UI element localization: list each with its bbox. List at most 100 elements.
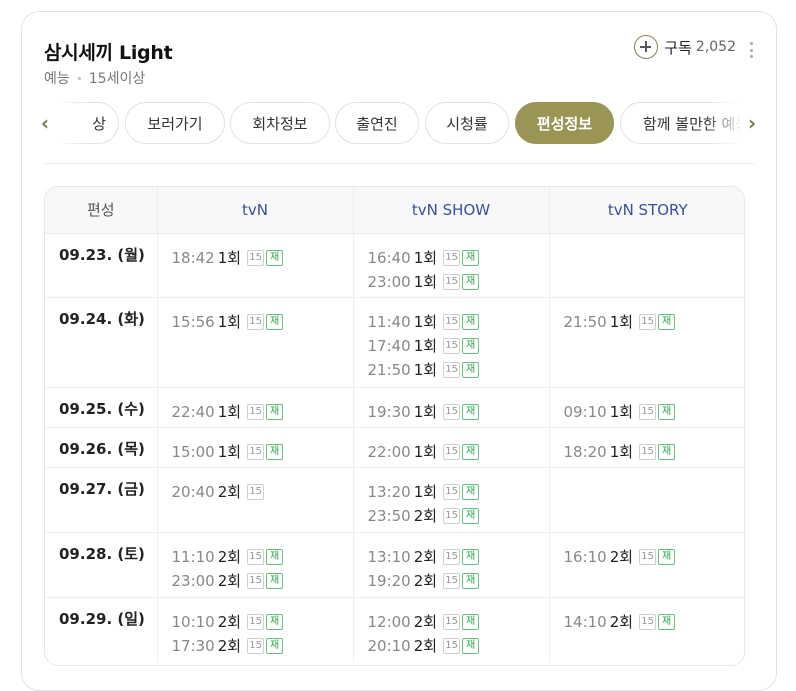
episode-number: 1회 bbox=[413, 337, 438, 355]
episode-number: 1회 bbox=[413, 361, 438, 379]
rerun-badge: 재 bbox=[266, 637, 284, 654]
channel-cell: 10:10 2회 15 재 17:30 2회 15 재 bbox=[156, 596, 353, 662]
rerun-badge: 재 bbox=[658, 403, 676, 420]
tab-item[interactable]: 회차정보 bbox=[230, 102, 330, 144]
plus-circle-icon bbox=[634, 35, 659, 59]
airing-slot: 16:40 1회 15 재 bbox=[368, 246, 549, 270]
rerun-badge: 재 bbox=[462, 613, 480, 630]
rerun-badge: 재 bbox=[462, 443, 480, 460]
airing-slot: 09:10 1회 15 재 bbox=[564, 400, 745, 424]
episode-number: 2회 bbox=[413, 613, 438, 631]
program-title[interactable]: 삼시세끼 Light bbox=[44, 38, 173, 65]
genre-label[interactable]: 예능 bbox=[44, 68, 70, 88]
age-15-badge: 15 bbox=[247, 613, 265, 630]
rerun-badge: 재 bbox=[266, 548, 284, 565]
age-15-badge: 15 bbox=[443, 507, 461, 524]
airing-slot: 13:10 2회 15 재 bbox=[368, 545, 549, 569]
episode-number: 1회 bbox=[609, 403, 634, 421]
schedule-table: 편성 tvN tvN SHOW tvN STORY 09.23. (월) 18:4… bbox=[44, 186, 745, 666]
tab-item[interactable]: 상 bbox=[52, 102, 119, 144]
column-header-tvn[interactable]: tvN bbox=[156, 187, 353, 234]
tab-item[interactable]: 편성정보 bbox=[515, 102, 614, 144]
episode-number: 1회 bbox=[609, 443, 634, 461]
airing-slot: 23:50 2회 15 재 bbox=[368, 504, 549, 528]
age-rating-label: 15세이상 bbox=[88, 71, 146, 87]
age-15-badge: 15 bbox=[639, 613, 657, 630]
airing-slot: 12:00 2회 15 재 bbox=[368, 610, 549, 634]
episode-number: 1회 bbox=[217, 443, 242, 461]
date-cell: 09.26. (목) bbox=[45, 426, 157, 467]
age-15-badge: 15 bbox=[639, 443, 657, 460]
airing-slot: 19:20 2회 15 재 bbox=[368, 569, 549, 593]
meta-separator bbox=[77, 76, 81, 80]
episode-number: 2회 bbox=[217, 572, 242, 590]
rerun-badge: 재 bbox=[462, 249, 480, 266]
age-15-badge: 15 bbox=[443, 313, 461, 330]
channel-cell bbox=[548, 466, 744, 532]
tab-item[interactable]: 보러가기 bbox=[125, 102, 225, 144]
table-row: 09.26. (목) 15:00 1회 15 재 22:00 1회 15 재 18:20 1회 15 재 bbox=[45, 426, 744, 467]
airing-slot: 10:10 2회 15 재 bbox=[172, 610, 353, 634]
age-15-badge: 15 bbox=[443, 337, 461, 354]
tab-item[interactable]: 출연진 bbox=[335, 102, 419, 144]
tab-bar: ‹ 상 보러가기 회차정보 출연진 시청률 편성정보 함께 볼만한 예능 › bbox=[22, 102, 776, 144]
tab-item[interactable]: 함께 볼만한 예능 bbox=[620, 102, 746, 144]
airing-slot: 20:40 2회 15 bbox=[172, 480, 353, 504]
rerun-badge: 재 bbox=[266, 249, 284, 266]
chevron-right-icon[interactable]: › bbox=[742, 112, 762, 134]
rerun-badge: 재 bbox=[266, 572, 284, 589]
table-row: 09.27. (금) 20:40 2회 15 13:20 1회 15 재 23:50 2회 15 재 bbox=[45, 466, 744, 532]
column-header-tvn-show[interactable]: tvN SHOW bbox=[352, 187, 549, 234]
date-cell: 09.27. (금) bbox=[45, 466, 157, 532]
age-15-badge: 15 bbox=[639, 403, 657, 420]
channel-cell: 15:56 1회 15 재 bbox=[156, 296, 353, 387]
episode-number: 1회 bbox=[217, 313, 242, 331]
air-time: 21:50 bbox=[563, 312, 607, 331]
table-row: 09.24. (화) 15:56 1회 15 재 11:40 1회 15 재 17:40 1회 15 재… bbox=[45, 296, 744, 387]
tab-item[interactable]: 시청률 bbox=[425, 102, 509, 144]
channel-cell: 11:40 1회 15 재 17:40 1회 15 재 21:50 1회 15 재 bbox=[352, 296, 549, 387]
age-15-badge: 15 bbox=[247, 443, 265, 460]
tab-list: 상 보러가기 회차정보 출연진 시청률 편성정보 함께 볼만한 예능 bbox=[52, 102, 746, 144]
air-time: 15:56 bbox=[171, 312, 215, 331]
channel-cell: 13:10 2회 15 재 19:20 2회 15 재 bbox=[352, 531, 549, 597]
channel-cell: 22:00 1회 15 재 bbox=[352, 426, 549, 467]
airing-slot: 15:00 1회 15 재 bbox=[172, 440, 353, 464]
rerun-badge: 재 bbox=[658, 443, 676, 460]
rerun-badge: 재 bbox=[462, 637, 480, 654]
airing-slot: 11:10 2회 15 재 bbox=[172, 545, 353, 569]
age-15-badge: 15 bbox=[247, 548, 265, 565]
rerun-badge: 재 bbox=[658, 313, 676, 330]
age-15-badge: 15 bbox=[443, 249, 461, 266]
age-15-badge: 15 bbox=[247, 313, 265, 330]
age-15-badge: 15 bbox=[443, 273, 461, 290]
channel-cell: 16:10 2회 15 재 bbox=[548, 531, 744, 597]
rerun-badge: 재 bbox=[462, 361, 480, 378]
channel-cell: 19:30 1회 15 재 bbox=[352, 386, 549, 427]
date-cell: 09.23. (월) bbox=[59, 245, 145, 264]
column-header-tvn-story[interactable]: tvN STORY bbox=[548, 187, 744, 234]
air-time: 18:42 bbox=[171, 248, 215, 267]
episode-number: 2회 bbox=[413, 572, 438, 590]
airing-slot: 17:30 2회 15 재 bbox=[172, 634, 353, 658]
age-15-badge: 15 bbox=[443, 361, 461, 378]
rerun-badge: 재 bbox=[658, 613, 676, 630]
air-time: 12:00 bbox=[367, 612, 411, 631]
table-header-row: 편성 tvN tvN SHOW tvN STORY bbox=[45, 187, 744, 234]
episode-number: 2회 bbox=[609, 548, 634, 566]
rerun-badge: 재 bbox=[462, 337, 480, 354]
subscribe-button[interactable]: 구독 2,052 bbox=[634, 35, 736, 59]
more-options-icon[interactable] bbox=[750, 42, 754, 58]
air-time: 19:20 bbox=[367, 571, 411, 590]
airing-slot: 14:10 2회 15 재 bbox=[564, 610, 745, 634]
episode-number: 1회 bbox=[413, 483, 438, 501]
channel-cell: 18:42 1회 15 재 bbox=[156, 233, 353, 297]
channel-cell: 16:40 1회 15 재 23:00 1회 15 재 bbox=[352, 233, 549, 297]
rerun-badge: 재 bbox=[462, 507, 480, 524]
rerun-badge: 재 bbox=[658, 548, 676, 565]
air-time: 22:00 bbox=[367, 442, 411, 461]
age-15-badge: 15 bbox=[247, 637, 265, 654]
rerun-badge: 재 bbox=[462, 273, 480, 290]
channel-cell: 22:40 1회 15 재 bbox=[156, 386, 353, 427]
channel-cell: 13:20 1회 15 재 23:50 2회 15 재 bbox=[352, 466, 549, 532]
